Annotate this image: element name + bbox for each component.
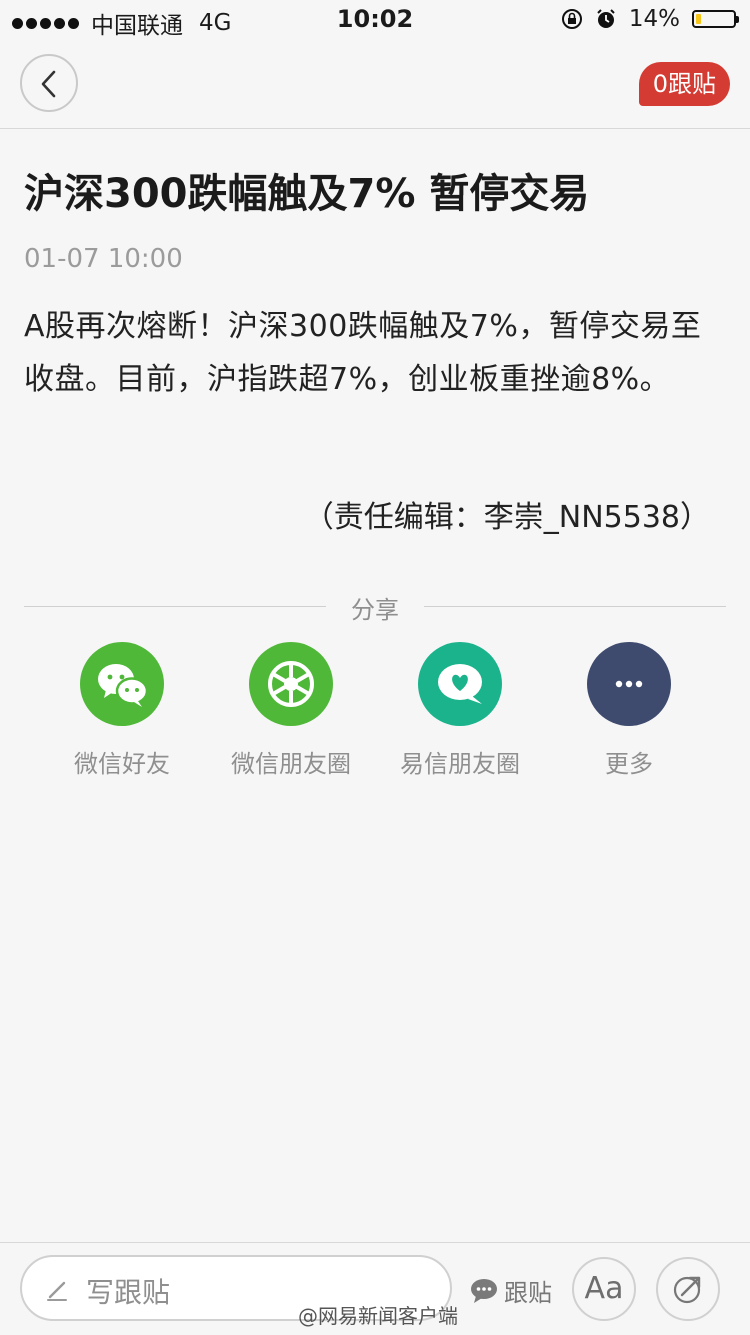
share-divider: 分享 — [24, 590, 726, 624]
wechat-icon — [80, 642, 164, 726]
share-button[interactable] — [656, 1257, 720, 1321]
comment-bubble-icon — [471, 1278, 497, 1303]
share-yixin-moments[interactable]: 易信朋友圈 — [375, 642, 545, 779]
back-button[interactable] — [20, 54, 78, 112]
share-item-label: 微信好友 — [74, 750, 170, 778]
share-item-label: 更多 — [605, 750, 653, 778]
share-wechat-moments[interactable]: 微信朋友圈 — [206, 642, 376, 779]
status-bar: 中国联通 4G 10:02 14% — [0, 0, 750, 40]
watermark: @网易新闻客户端 — [298, 1304, 458, 1328]
battery-level — [696, 14, 701, 24]
article-title: 沪深300跌幅触及7% 暂停交易 — [24, 171, 590, 217]
article-body: A股再次熔断！沪深300跌幅触及7%，暂停交易至收盘。目前，沪指跌超7%，创业板… — [24, 309, 702, 397]
nav-bar: 0跟贴 — [0, 40, 750, 129]
follow-link-label: 跟贴 — [504, 1279, 552, 1307]
battery-icon — [692, 10, 739, 28]
yixin-moments-icon — [418, 642, 502, 726]
article-time: 01-07 10:00 — [24, 244, 183, 274]
more-icon — [587, 642, 671, 726]
share-label: 分享 — [351, 596, 399, 624]
share-item-label: 易信朋友圈 — [400, 750, 520, 778]
responsible-editor: （责任编辑：李崇_NN5538） — [303, 500, 710, 535]
rotation-lock-icon — [561, 9, 582, 29]
follow-count-badge[interactable]: 0跟贴 — [638, 62, 730, 106]
pencil-icon — [47, 1281, 67, 1301]
chevron-left-icon — [41, 70, 56, 98]
status-right: 14% — [561, 6, 739, 32]
font-size-button[interactable]: Aa — [572, 1257, 636, 1321]
alarm-icon — [597, 9, 615, 28]
share-arrow-icon — [673, 1276, 701, 1304]
share-item-label: 微信朋友圈 — [231, 750, 351, 778]
comment-placeholder: 写跟贴 — [86, 1276, 171, 1309]
wechat-moments-icon — [249, 642, 333, 726]
follow-comments-link[interactable]: 跟贴 — [470, 1273, 552, 1308]
share-wechat-friends[interactable]: 微信好友 — [37, 642, 207, 779]
share-more[interactable]: 更多 — [544, 642, 714, 779]
battery-percent: 14% — [628, 6, 680, 32]
